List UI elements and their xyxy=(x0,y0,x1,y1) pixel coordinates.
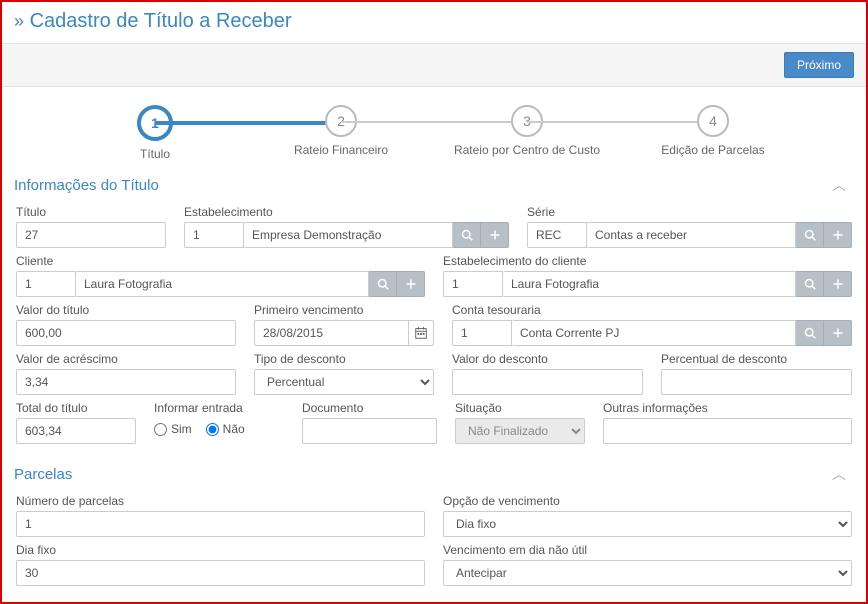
conta-tes-name xyxy=(512,320,796,346)
chevron-up-icon[interactable]: ︿ xyxy=(832,464,854,484)
label-situacao: Situação xyxy=(455,401,585,415)
plus-icon[interactable] xyxy=(824,222,852,248)
radio-sim[interactable]: Sim xyxy=(154,422,192,436)
toolbar: Próximo xyxy=(2,43,866,87)
search-icon[interactable] xyxy=(796,222,824,248)
label-outras-info: Outras informações xyxy=(603,401,852,415)
step-titulo[interactable]: 1 Título xyxy=(62,105,248,161)
stepper: 1 Título 2 Rateio Financeiro 3 Rateio po… xyxy=(2,87,866,171)
total-titulo-field xyxy=(16,418,136,444)
section-header-info: Informações do Título ︿ xyxy=(2,171,866,201)
titulo-field xyxy=(16,222,166,248)
step-number: 4 xyxy=(697,105,729,137)
chevron-right-icon: » xyxy=(14,11,24,31)
cliente-id xyxy=(16,271,76,297)
step-label: Edição de Parcelas xyxy=(661,143,764,157)
label-total-titulo: Total do título xyxy=(16,401,136,415)
calendar-icon[interactable] xyxy=(409,320,434,346)
label-opcao-venc: Opção de vencimento xyxy=(443,494,852,508)
situacao-select[interactable]: Não Finalizado xyxy=(455,418,585,444)
label-dia-fixo: Dia fixo xyxy=(16,543,425,557)
label-estabelecimento: Estabelecimento xyxy=(184,205,509,219)
plus-icon[interactable] xyxy=(824,320,852,346)
search-icon[interactable] xyxy=(796,320,824,346)
label-num-parcelas: Número de parcelas xyxy=(16,494,425,508)
valor-desconto-field xyxy=(452,369,643,395)
label-tipo-desconto: Tipo de desconto xyxy=(254,352,434,366)
page-title: » Cadastro de Título a Receber xyxy=(2,2,866,43)
valor-acrescimo-field[interactable] xyxy=(16,369,236,395)
label-serie: Série xyxy=(527,205,852,219)
estab-cliente-id xyxy=(443,271,503,297)
section-header-parcelas: Parcelas ︿ xyxy=(2,460,866,490)
label-primeiro-venc: Primeiro vencimento xyxy=(254,303,434,317)
step-label: Rateio Financeiro xyxy=(294,143,388,157)
plus-icon[interactable] xyxy=(481,222,509,248)
step-label: Rateio por Centro de Custo xyxy=(454,143,600,157)
label-estab-cliente: Estabelecimento do cliente xyxy=(443,254,852,268)
step-edicao-parcelas[interactable]: 4 Edição de Parcelas xyxy=(620,105,806,157)
serie-id xyxy=(527,222,587,248)
label-informar-entrada: Informar entrada xyxy=(154,401,284,415)
radio-nao[interactable]: Não xyxy=(206,422,245,436)
num-parcelas-field[interactable] xyxy=(16,511,425,537)
next-button[interactable]: Próximo xyxy=(784,52,854,78)
primeiro-venc-field[interactable] xyxy=(254,320,409,346)
opcao-venc-select[interactable]: Dia fixo xyxy=(443,511,852,537)
step-rateio-centro-custo[interactable]: 3 Rateio por Centro de Custo xyxy=(434,105,620,157)
estabelecimento-name xyxy=(244,222,453,248)
tipo-desconto-select[interactable]: Percentual xyxy=(254,369,434,395)
serie-name xyxy=(587,222,796,248)
label-venc-nao-util: Vencimento em dia não útil xyxy=(443,543,852,557)
chevron-up-icon[interactable]: ︿ xyxy=(832,175,854,195)
search-icon[interactable] xyxy=(796,271,824,297)
plus-icon[interactable] xyxy=(824,271,852,297)
plus-icon[interactable] xyxy=(397,271,425,297)
label-valor-titulo: Valor do título xyxy=(16,303,236,317)
search-icon[interactable] xyxy=(369,271,397,297)
search-icon[interactable] xyxy=(453,222,481,248)
label-valor-desconto: Valor do desconto xyxy=(452,352,643,366)
label-documento: Documento xyxy=(302,401,437,415)
valor-titulo-field[interactable] xyxy=(16,320,236,346)
dia-fixo-field xyxy=(16,560,425,586)
cliente-name xyxy=(76,271,369,297)
label-cliente: Cliente xyxy=(16,254,425,268)
step-rateio-financeiro[interactable]: 2 Rateio Financeiro xyxy=(248,105,434,157)
venc-nao-util-select[interactable]: Antecipar xyxy=(443,560,852,586)
conta-tes-id xyxy=(452,320,512,346)
percentual-desconto-field[interactable] xyxy=(661,369,852,395)
documento-field[interactable] xyxy=(302,418,437,444)
outras-info-field[interactable] xyxy=(603,418,852,444)
label-titulo: Título xyxy=(16,205,166,219)
label-conta-tes: Conta tesouraria xyxy=(452,303,852,317)
label-percentual-desconto: Percentual de desconto xyxy=(661,352,852,366)
step-label: Título xyxy=(140,147,170,161)
estab-cliente-name xyxy=(503,271,796,297)
label-valor-acrescimo: Valor de acréscimo xyxy=(16,352,236,366)
estabelecimento-id xyxy=(184,222,244,248)
